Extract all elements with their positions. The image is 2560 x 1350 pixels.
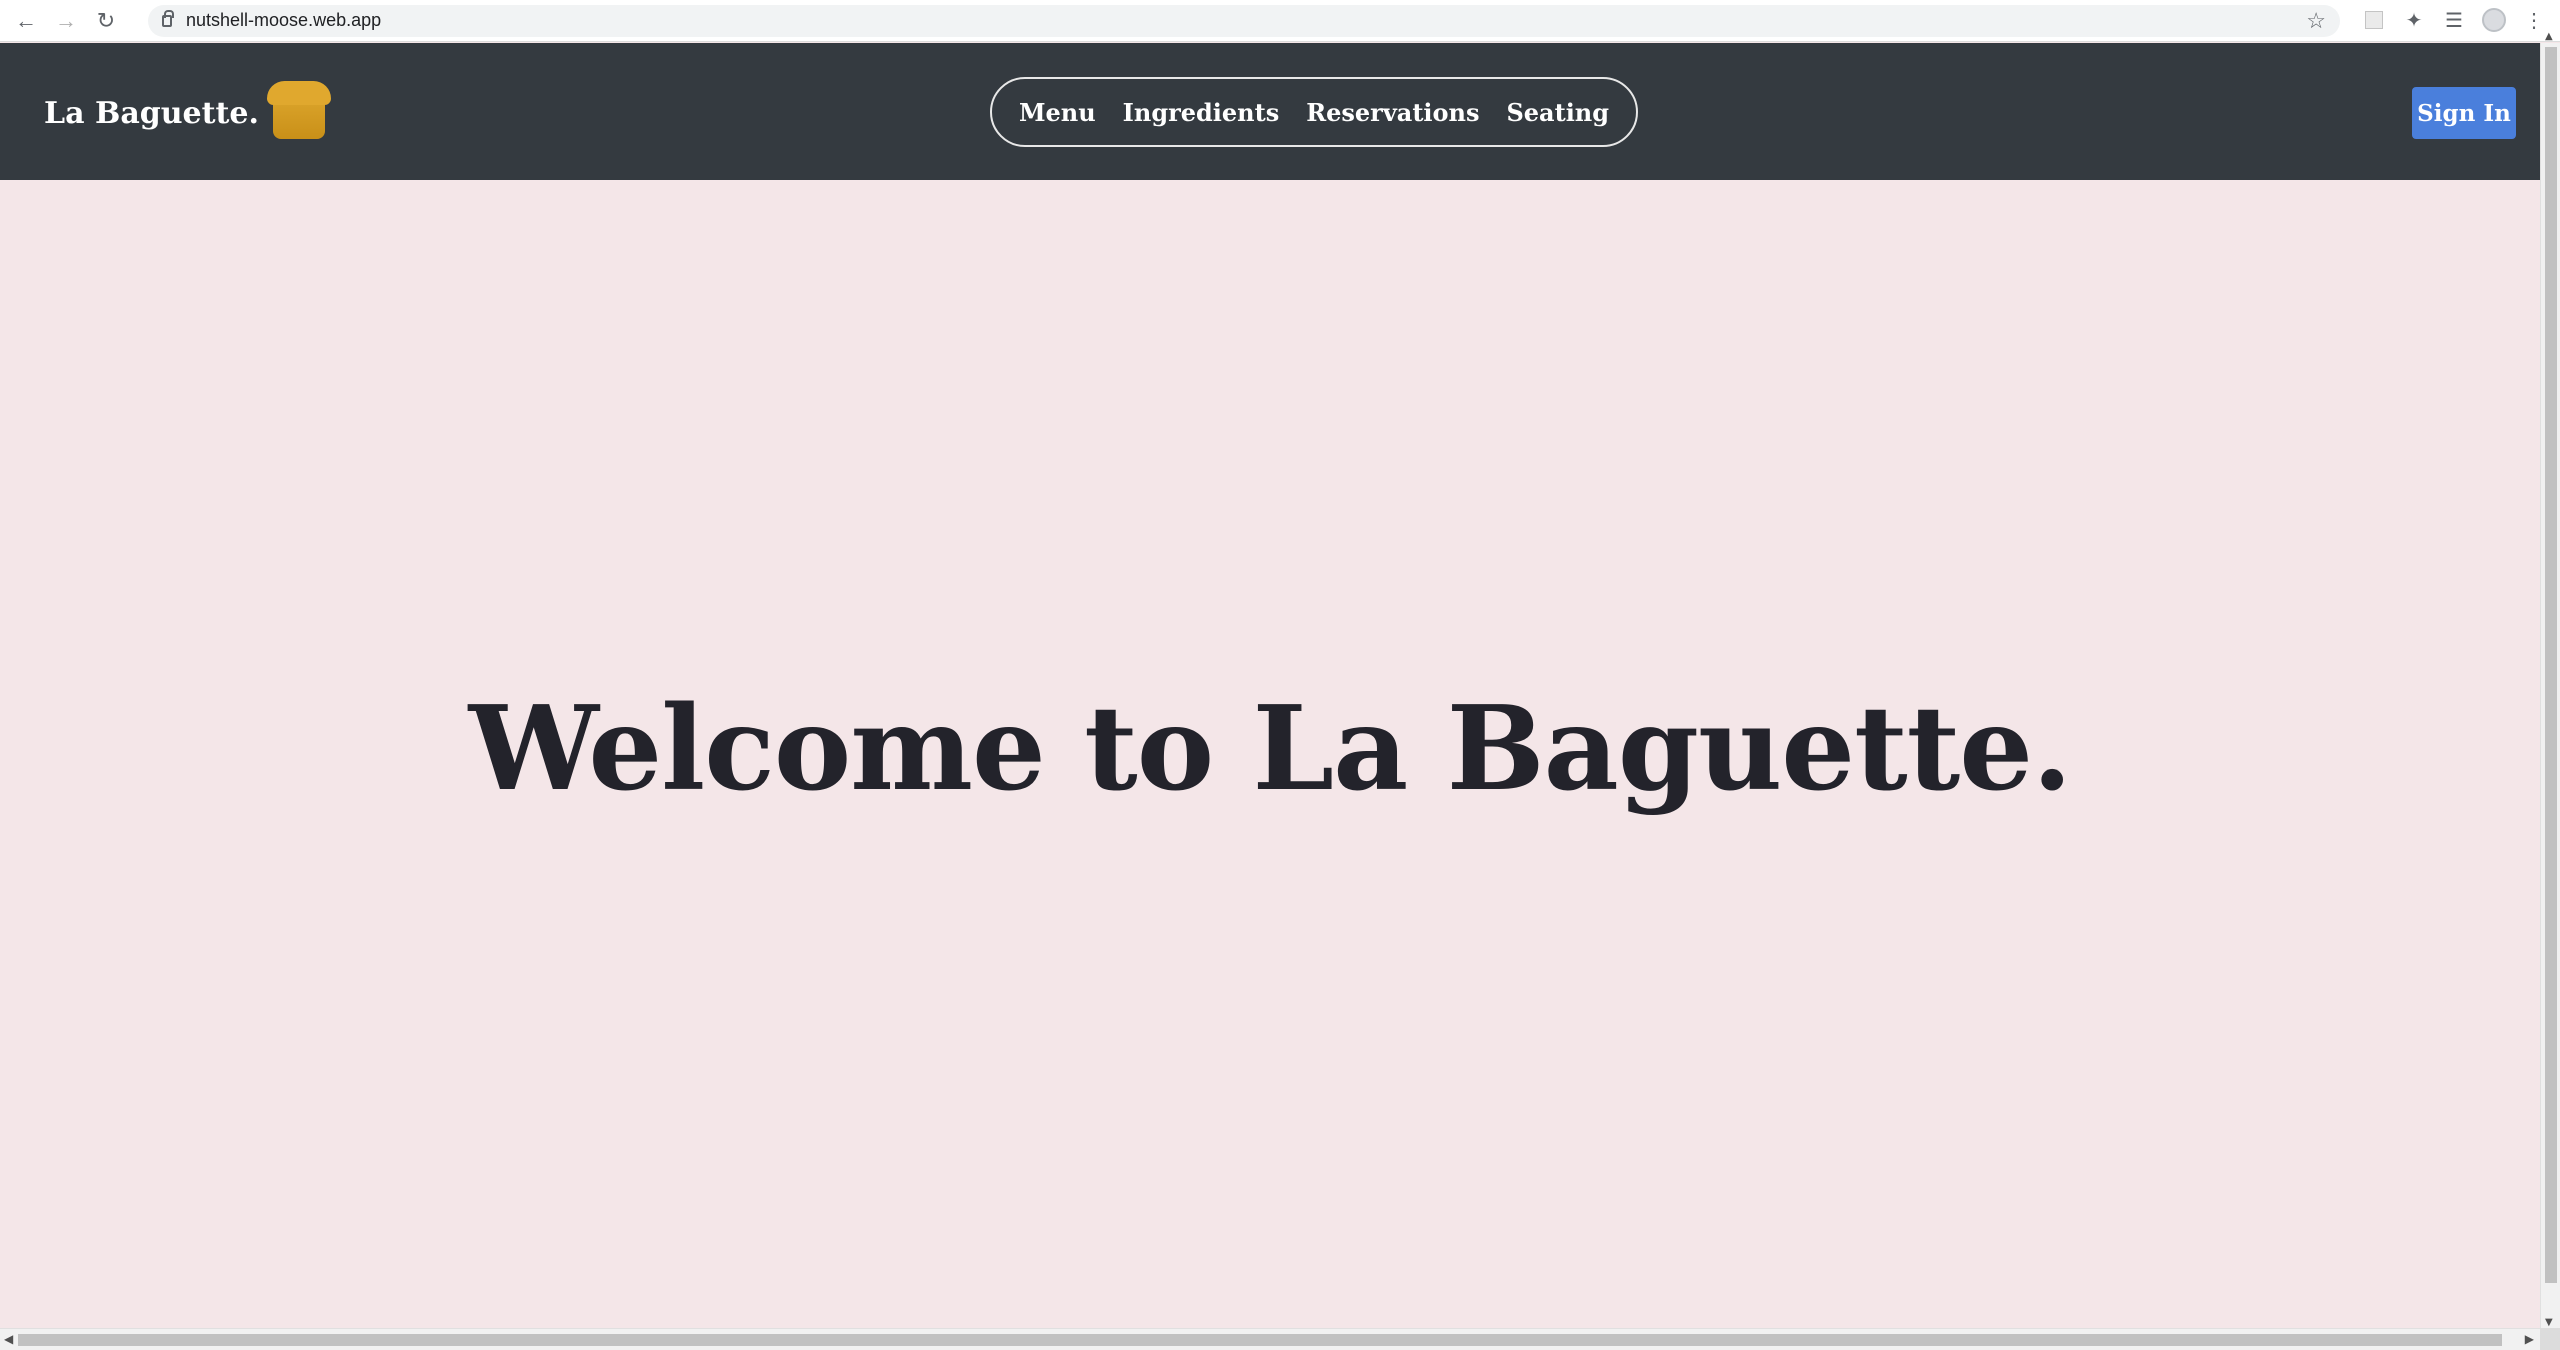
horizontal-scrollbar[interactable]: ◀ ▶ xyxy=(0,1328,2540,1350)
nav-reservations[interactable]: Reservations xyxy=(1306,98,1479,127)
url-text: nutshell-moose.web.app xyxy=(186,10,382,30)
hero-title: Welcome to La Baguette. xyxy=(468,681,2073,817)
nav-menu[interactable]: Menu xyxy=(1019,98,1096,127)
back-arrow-icon[interactable]: ← xyxy=(6,1,46,41)
vertical-scroll-thumb[interactable] xyxy=(2545,47,2557,1283)
forward-arrow-icon[interactable]: → xyxy=(46,1,86,41)
brand-logo[interactable]: La Baguette. xyxy=(44,81,331,139)
scroll-left-arrow-icon[interactable]: ◀ xyxy=(4,1332,13,1346)
browser-toolbar: ← → ↻ nutshell-moose.web.app ☆ ✦ ☰ ⋮ xyxy=(0,0,2560,42)
brand-name: La Baguette. xyxy=(44,96,259,131)
main-nav: Menu Ingredients Reservations Seating xyxy=(990,77,1638,147)
nav-ingredients[interactable]: Ingredients xyxy=(1123,98,1280,127)
scroll-up-arrow-icon[interactable]: ▲ xyxy=(2545,31,2553,42)
profile-avatar-icon[interactable] xyxy=(2478,4,2510,36)
bookmark-star-icon[interactable]: ☆ xyxy=(2306,8,2326,34)
sign-in-button[interactable]: Sign In xyxy=(2412,87,2516,139)
horizontal-scroll-thumb[interactable] xyxy=(18,1334,2502,1346)
lock-icon xyxy=(162,9,174,27)
scroll-down-arrow-icon[interactable]: ▼ xyxy=(2545,1317,2553,1328)
reload-icon[interactable]: ↻ xyxy=(86,1,126,41)
scroll-right-arrow-icon[interactable]: ▶ xyxy=(2525,1332,2534,1346)
scrollbar-corner xyxy=(2540,1328,2560,1350)
extension-placeholder-icon[interactable] xyxy=(2358,4,2390,36)
bread-icon xyxy=(266,81,331,139)
vertical-scrollbar[interactable]: ▲ ▼ xyxy=(2540,31,2560,1328)
media-queue-icon[interactable]: ☰ xyxy=(2438,4,2470,36)
address-bar[interactable]: nutshell-moose.web.app ☆ xyxy=(148,4,2340,37)
hero-section: Welcome to La Baguette. xyxy=(0,180,2540,1328)
nav-seating[interactable]: Seating xyxy=(1506,98,1609,127)
puzzle-extensions-icon[interactable]: ✦ xyxy=(2398,4,2430,36)
site-header: La Baguette. Menu Ingredients Reservatio… xyxy=(0,43,2540,180)
